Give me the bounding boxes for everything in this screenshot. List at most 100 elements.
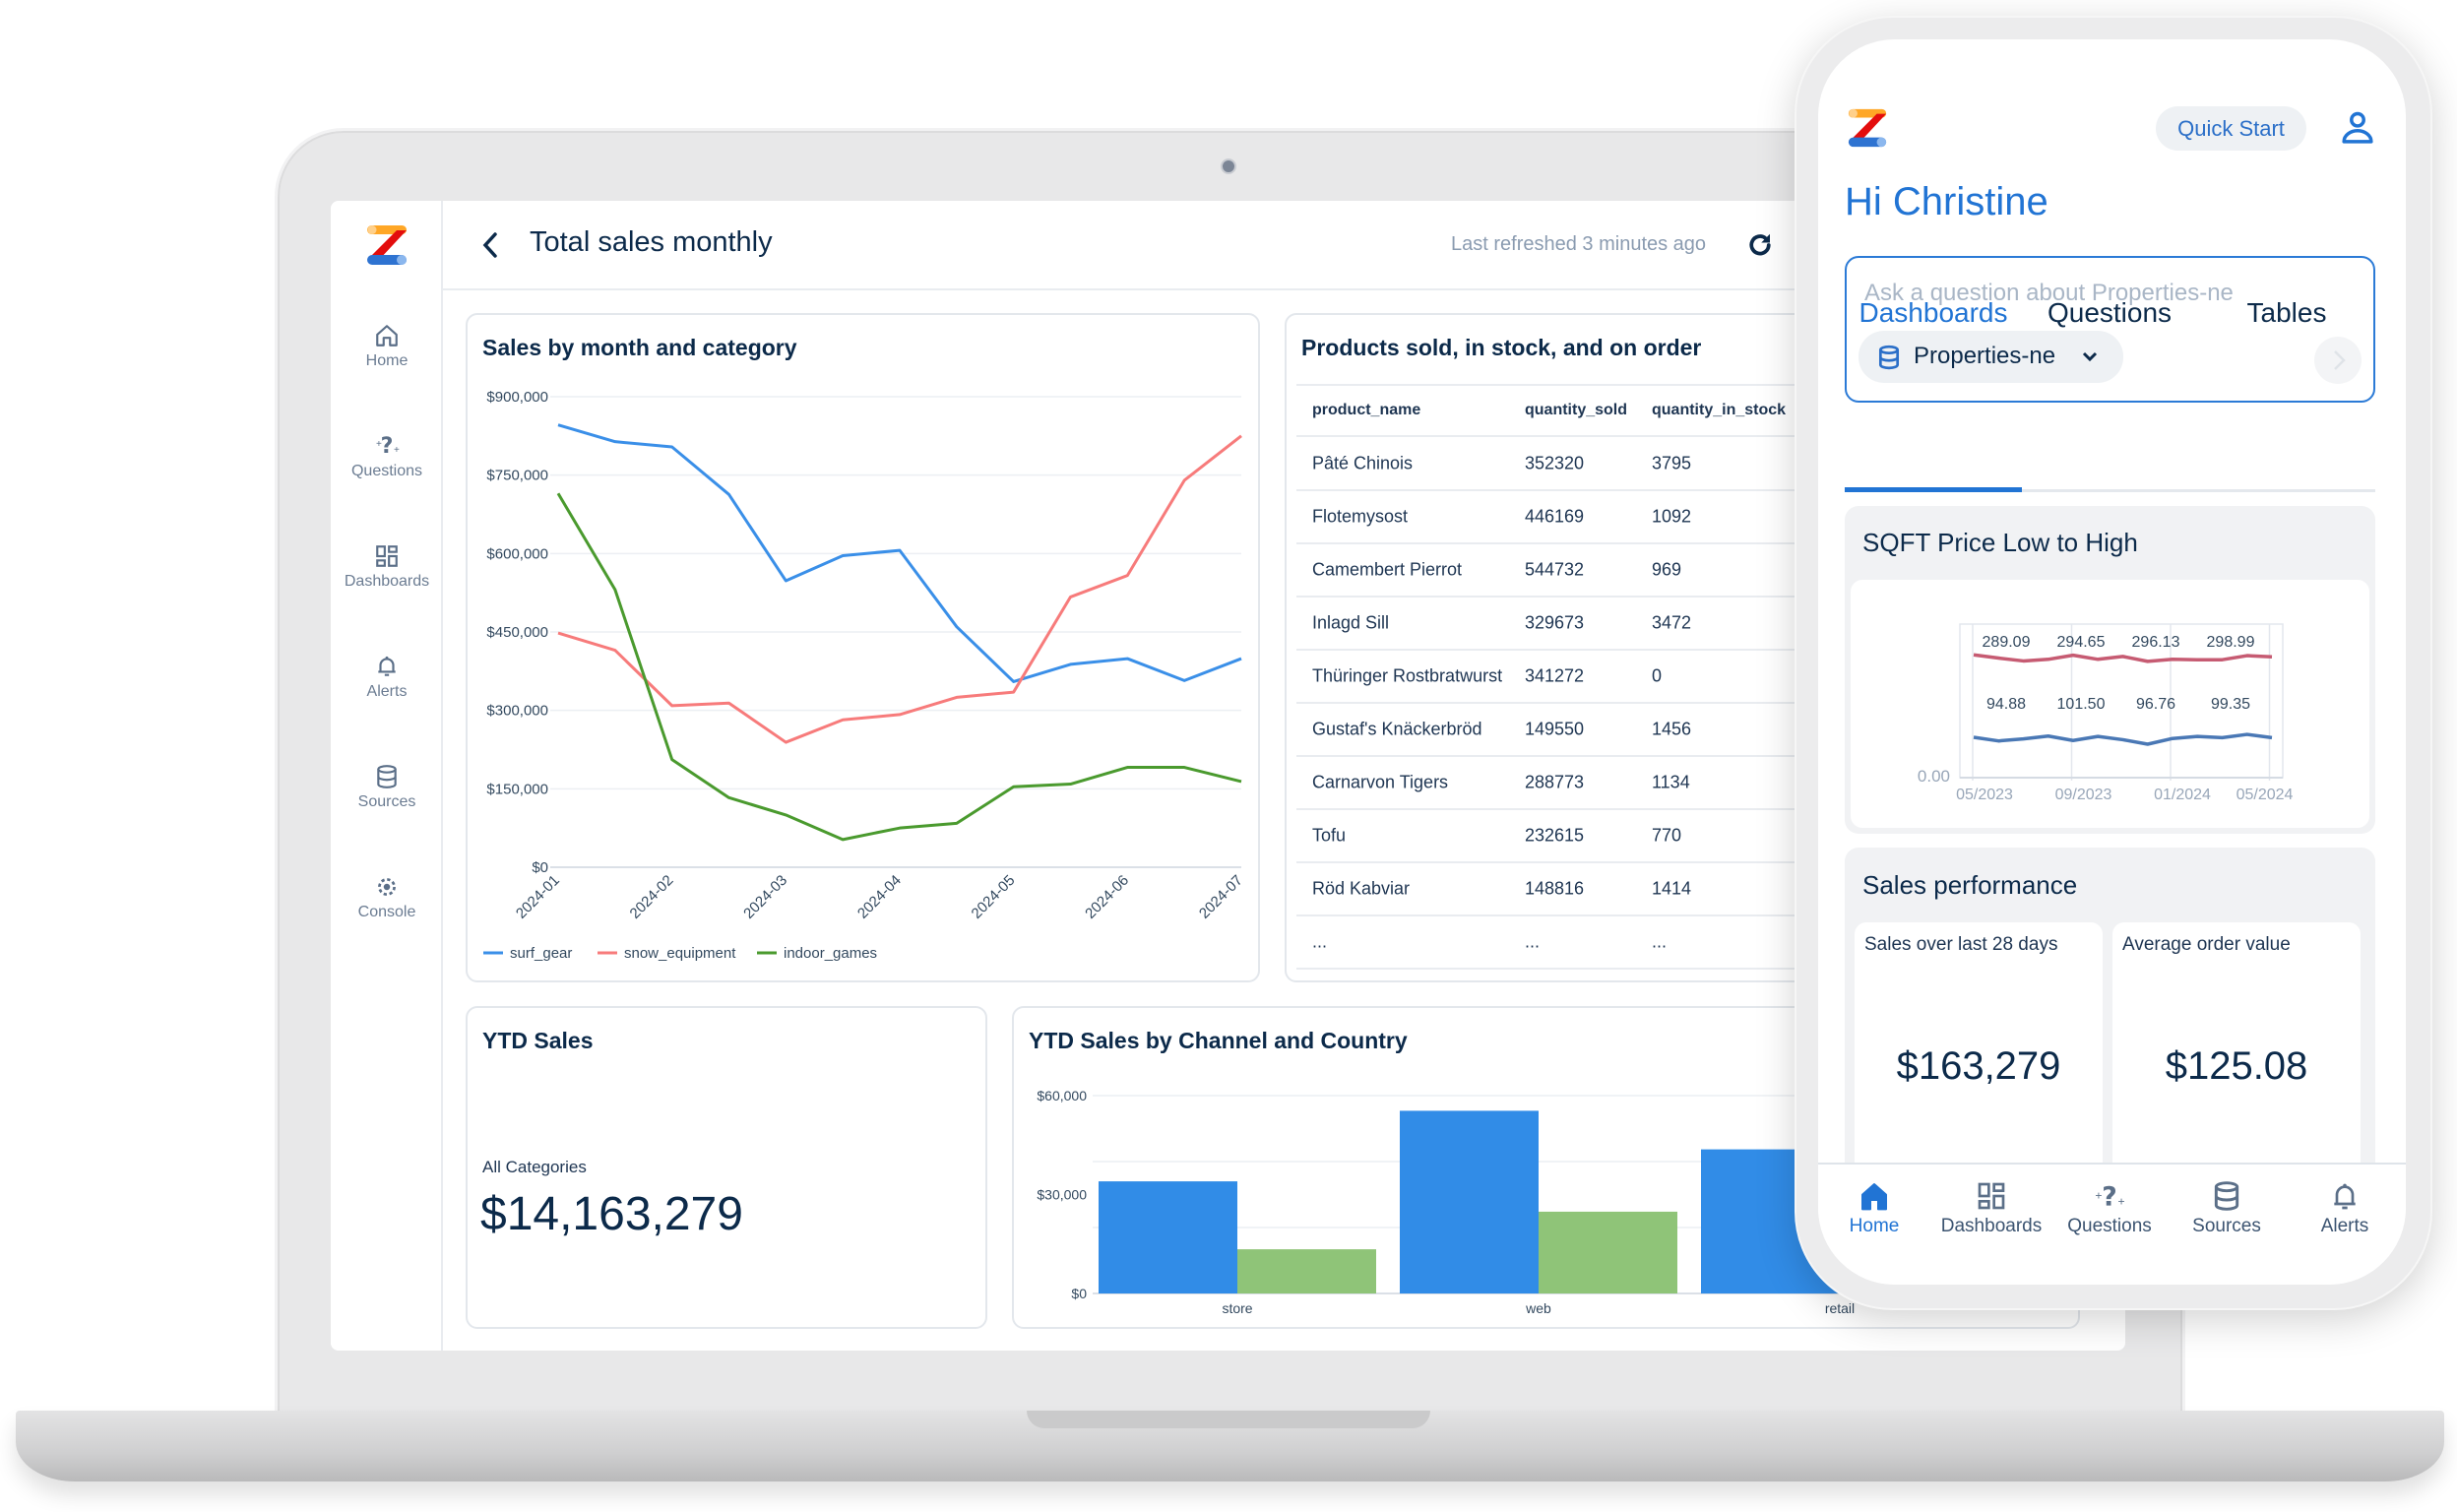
x-tick-label: 09/2023 <box>2055 787 2112 803</box>
table-cell: 1456 <box>1652 719 1692 739</box>
table-cell: 149550 <box>1525 719 1585 739</box>
send-button[interactable] <box>2314 337 2362 384</box>
table-cell: Carnarvon Tigers <box>1312 772 1449 792</box>
sidebar-item-home[interactable]: Home <box>331 323 443 370</box>
table-cell: ... <box>1652 931 1668 952</box>
metric-label: Sales over last 28 days <box>1864 934 2058 955</box>
table-cell: 148816 <box>1525 878 1585 899</box>
dashboard-grid-icon <box>376 545 398 567</box>
sidebar-item-label: Home <box>365 352 409 369</box>
sidebar-item-alerts[interactable]: Alerts <box>331 654 443 701</box>
nav-dashboards[interactable]: Dashboards <box>1937 1165 2046 1237</box>
tab-tables[interactable]: Tables <box>2247 297 2327 329</box>
app-logo[interactable] <box>364 222 410 273</box>
y-tick-label: $60,000 <box>1037 1088 1087 1103</box>
x-tick-label: 2024-02 <box>627 872 677 922</box>
card-title: Sales performance <box>1862 870 2078 900</box>
logo-icon <box>367 225 407 265</box>
x-tick-label: 05/2023 <box>1956 787 2013 803</box>
tab-questions[interactable]: Questions <box>2048 297 2172 329</box>
database-icon <box>2214 1181 2239 1211</box>
sidebar-item-console[interactable]: Console <box>331 874 443 921</box>
card-title: Products sold, in stock, and on order <box>1301 335 1702 360</box>
nav-label: Sources <box>2192 1216 2261 1236</box>
table-cell: Röd Kabviar <box>1312 878 1411 899</box>
data-label: 94.88 <box>1986 696 2026 713</box>
x-tick-label: 2024-06 <box>1082 872 1132 922</box>
y-tick-label: $600,000 <box>486 545 548 562</box>
card-title: SQFT Price Low to High <box>1862 528 2138 557</box>
sidebar-item-questions[interactable]: ? + + Questions <box>331 433 443 480</box>
back-arrow-icon[interactable] <box>478 230 502 260</box>
ask-question-box[interactable]: Ask a question about Properties-ne Prope… <box>1845 256 2375 403</box>
svg-text:+: + <box>2095 1189 2102 1203</box>
x-tick-label: 2024-05 <box>969 872 1019 922</box>
table-cell: 341272 <box>1525 665 1585 686</box>
table-cell: 352320 <box>1525 453 1585 473</box>
logo-icon <box>1848 108 1887 148</box>
table-cell: ... <box>1312 931 1328 952</box>
x-tick-label: 01/2024 <box>2154 787 2211 803</box>
database-icon <box>377 765 397 788</box>
table-cell: Pâté Chinois <box>1312 453 1414 473</box>
laptop-trackpad-notch <box>1027 1411 1430 1428</box>
x-tick-label: web <box>1525 1300 1551 1316</box>
table-cell: 288773 <box>1525 772 1585 792</box>
nav-alerts[interactable]: Alerts <box>2291 1165 2399 1237</box>
y-tick-label: $450,000 <box>486 624 548 641</box>
ytd-value: $14,163,279 <box>480 1188 743 1240</box>
refresh-icon[interactable] <box>1745 230 1775 260</box>
user-profile-icon[interactable] <box>2341 110 2374 146</box>
data-label: 294.65 <box>2057 634 2106 651</box>
svg-text:+: + <box>394 445 400 456</box>
data-label: 101.50 <box>2057 696 2106 713</box>
quick-start-button[interactable]: Quick Start <box>2156 106 2306 151</box>
table-cell: 1092 <box>1652 506 1692 527</box>
tab-dashboards[interactable]: Dashboards <box>1859 297 2008 329</box>
nav-questions[interactable]: ? + + Questions <box>2055 1165 2164 1237</box>
sqft-line-chart[interactable]: 05/2023 09/2023 01/2024 05/2024 0.00 289.09 29… <box>1851 580 2369 828</box>
column-header[interactable]: product_name <box>1312 402 1420 419</box>
table-cell: ... <box>1525 931 1541 952</box>
table-cell: 969 <box>1652 559 1682 580</box>
phone-frame: Quick Start Hi Christine Ask a question … <box>1795 16 2432 1310</box>
source-selector[interactable]: Properties-ne <box>1858 331 2123 383</box>
table-cell: 3795 <box>1652 453 1692 473</box>
data-label: 99.35 <box>2211 696 2250 713</box>
legend-label: surf_gear <box>510 945 572 962</box>
y-tick-label: 0.00 <box>1918 767 1950 786</box>
table-cell: Camembert Pierrot <box>1312 559 1463 580</box>
bell-icon <box>2334 1183 2356 1210</box>
table-cell: 544732 <box>1525 559 1585 580</box>
nav-home[interactable]: Home <box>1820 1165 1928 1237</box>
chevron-down-icon <box>2082 351 2098 362</box>
svg-text:?: ? <box>381 434 394 459</box>
sqft-price-card[interactable]: SQFT Price Low to High 05/2023 09/2023 01/… <box>1845 506 2375 834</box>
nav-label: Dashboards <box>1940 1216 2043 1236</box>
svg-text:+: + <box>376 439 382 450</box>
bar-web <box>1539 1211 1677 1293</box>
home-filled-icon <box>1861 1183 1887 1211</box>
column-header[interactable]: quantity_in_stock <box>1652 402 1786 419</box>
metric-label: Average order value <box>2122 934 2291 955</box>
chevron-right-icon <box>2334 350 2346 370</box>
sidebar: Home ? + + Questions Dashboards Alerts Sou… <box>331 201 443 1351</box>
x-tick-label: 05/2024 <box>2236 787 2294 803</box>
laptop-camera <box>1221 158 1236 174</box>
y-tick-label: $0 <box>1071 1286 1087 1301</box>
table-cell: Inlagd Sill <box>1312 612 1390 633</box>
sqft-chart-container: 05/2023 09/2023 01/2024 05/2024 0.00 289.09 29… <box>1851 580 2369 828</box>
svg-text:?: ? <box>2102 1182 2117 1212</box>
sidebar-item-sources[interactable]: Sources <box>331 764 443 811</box>
nav-label: Questions <box>2067 1216 2152 1236</box>
legend-label: snow_equipment <box>624 945 736 962</box>
column-header[interactable]: quantity_sold <box>1525 402 1627 419</box>
sidebar-item-dashboards[interactable]: Dashboards <box>331 543 443 591</box>
sales-line-chart[interactable]: $0 $150,000 $300,000 $450,000 $600,000 $750,0… <box>468 315 1262 984</box>
last-refreshed-text: Last refreshed 3 minutes ago <box>1451 233 1707 255</box>
data-label: 96.76 <box>2136 696 2175 713</box>
nav-sources[interactable]: Sources <box>2173 1165 2281 1237</box>
x-tick-label: store <box>1222 1300 1252 1316</box>
table-cell: Tofu <box>1312 825 1347 846</box>
series-line-indoor_games <box>556 492 1242 842</box>
